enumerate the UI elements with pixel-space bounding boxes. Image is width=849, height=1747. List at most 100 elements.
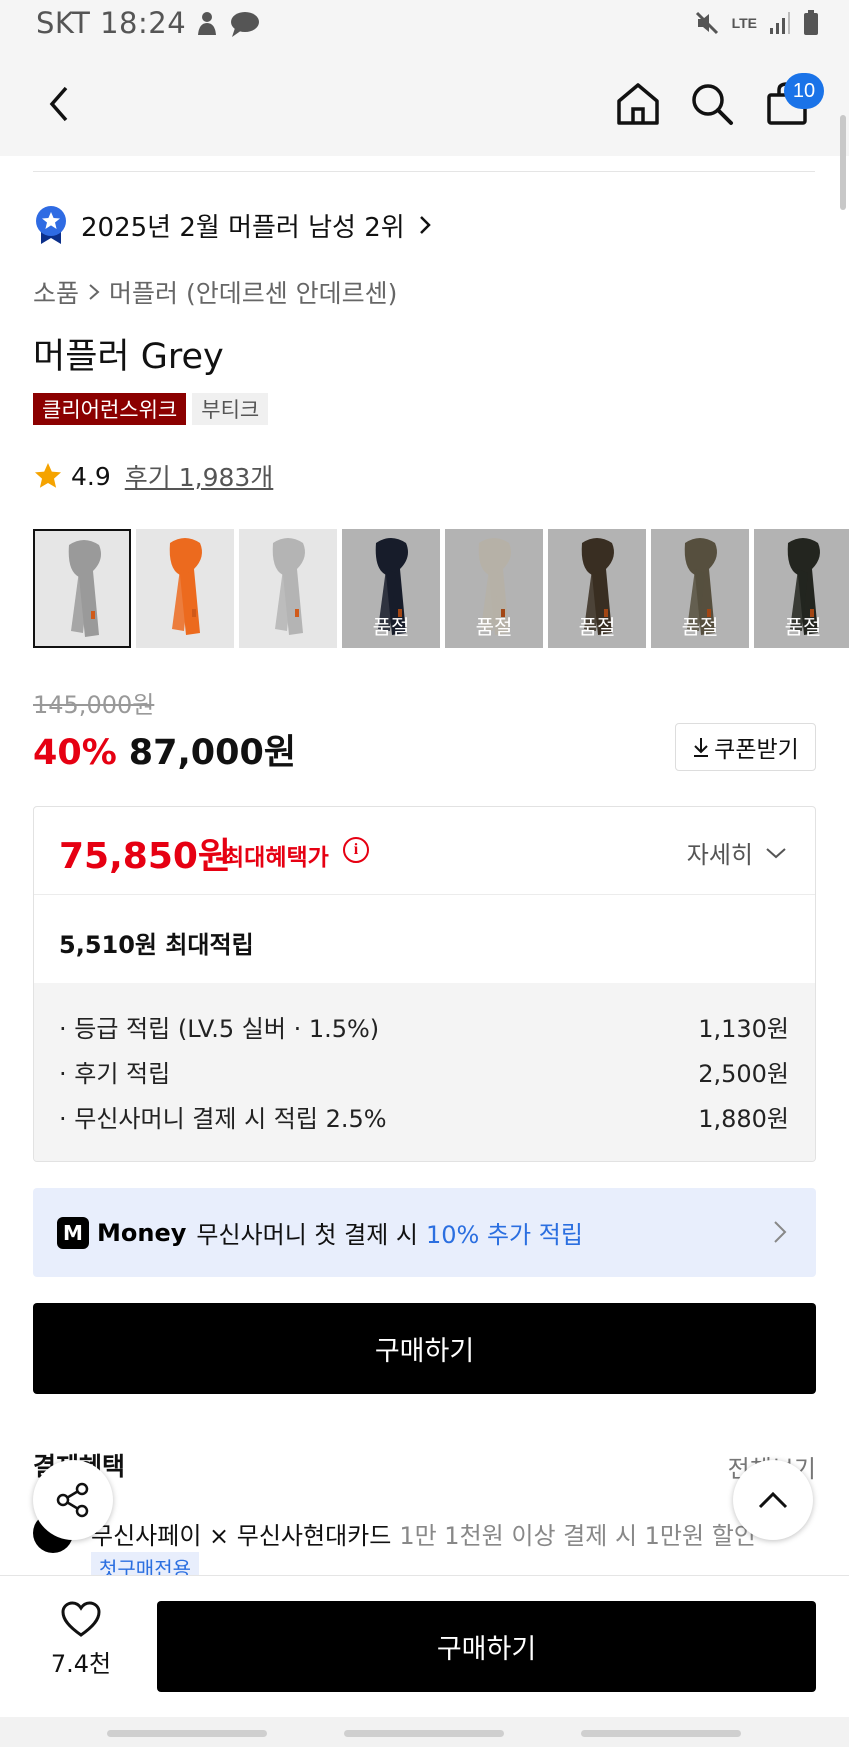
sale-price: 87,000원 [128, 733, 297, 773]
points-item: · 무신사머니 결제 시 적립 2.5% 1,880원 [59, 1099, 789, 1134]
ranking-medal-icon [36, 206, 66, 244]
payment-benefit-row[interactable]: 무신사페이 × 무신사현대카드 1만 1천원 이상 결제 시 1만원 할인 [33, 1513, 756, 1553]
ranking-link[interactable]: 2025년 2월 머플러 남성 2위 [33, 204, 433, 246]
payment-benefit-title: 무신사페이 × 무신사현대카드 [91, 1521, 392, 1550]
price-row: 40% 87,000원 [33, 724, 296, 775]
money-banner-highlight: 10% 추가 적립 [426, 1221, 583, 1249]
coupon-download-button[interactable]: 쿠폰받기 [675, 723, 816, 771]
money-banner-text: 무신사머니 첫 결제 시 [196, 1221, 418, 1249]
share-icon [56, 1482, 89, 1518]
bottom-buy-button[interactable]: 구매하기 [157, 1601, 816, 1692]
system-nav-home[interactable] [344, 1730, 504, 1737]
detail-label: 자세히 [686, 841, 753, 869]
like-count: 7.4천 [50, 1650, 112, 1678]
scarf-image [68, 540, 101, 637]
color-thumbnail[interactable]: 품절 [651, 529, 749, 648]
star-icon [35, 463, 61, 488]
chevron-right-icon [419, 216, 431, 234]
signal-icon [770, 12, 790, 34]
benefit-box: 75,850원 최대혜택가 i 자세히 5,510원 최대적립 · 등급 적립 … [33, 806, 816, 1162]
soldout-label: 품절 [784, 615, 822, 639]
color-thumbnail[interactable]: 품절 [445, 529, 543, 648]
soldout-label: 품절 [475, 615, 513, 639]
system-nav-back[interactable] [581, 1730, 741, 1737]
color-thumbnail-strip: 품절 품절 품절 품절 품절 [33, 529, 849, 648]
breadcrumb-category[interactable]: 소품 [33, 274, 79, 310]
color-thumbnail[interactable] [239, 529, 337, 648]
home-button[interactable] [612, 78, 664, 130]
detail-toggle[interactable]: 자세히 [687, 835, 787, 870]
breadcrumb-subcategory[interactable]: 머플러 (안데르센 안데르센) [109, 274, 397, 310]
points-item-value: 1,130원 [698, 1015, 789, 1043]
soldout-label: 품절 [681, 615, 719, 639]
coupon-label: 쿠폰받기 [714, 737, 799, 763]
cart-count-badge: 10 [784, 73, 824, 109]
top-navigation [0, 52, 849, 156]
points-item: · 후기 적립 2,500원 [59, 1054, 789, 1089]
product-tags: 클리어런스위크 부티크 [33, 393, 269, 425]
money-brand: Money [97, 1218, 187, 1247]
product-title: 머플러 Grey [33, 337, 224, 377]
status-bar: SKT 18:24 LTE [0, 0, 849, 52]
back-button[interactable] [33, 78, 85, 130]
buy-button[interactable]: 구매하기 [33, 1303, 816, 1394]
original-price: 145,000원 [33, 691, 155, 719]
max-benefit-header[interactable]: 75,850원 최대혜택가 i 자세히 [34, 807, 815, 895]
notification-person-icon [198, 12, 216, 35]
rating-row: 4.9 후기 1,983개 [33, 458, 273, 494]
scarf-image [272, 538, 305, 635]
status-app-icons [195, 10, 261, 38]
chevron-right-icon [774, 1221, 787, 1243]
tag-clearance: 클리어런스위크 [33, 393, 187, 425]
max-benefit-label: 최대혜택가 [223, 845, 329, 871]
back-arrow-icon [49, 86, 68, 122]
points-breakdown: · 등급 적립 (LV.5 실버 · 1.5%) 1,130원 · 후기 적립 … [34, 983, 815, 1161]
points-item-label: · 무신사머니 결제 시 적립 2.5% [59, 1105, 387, 1133]
review-count-link[interactable]: 후기 1,983개 [125, 458, 274, 494]
bottom-action-bar: 7.4천 구매하기 [0, 1575, 849, 1717]
heart-icon [61, 1601, 101, 1637]
max-benefit-price: 75,850원 [59, 836, 232, 877]
points-item-label: · 후기 적립 [59, 1060, 171, 1088]
points-item: · 등급 적립 (LV.5 실버 · 1.5%) 1,130원 [59, 1009, 789, 1044]
breadcrumb: 소품 머플러 (안데르센 안데르센) [33, 274, 397, 310]
battery-icon [804, 10, 818, 35]
color-thumbnail[interactable] [136, 529, 234, 648]
color-thumbnail[interactable]: 품절 [754, 529, 849, 648]
color-thumbnail[interactable]: 품절 [342, 529, 440, 648]
points-item-label: · 등급 적립 (LV.5 실버 · 1.5%) [59, 1015, 380, 1043]
like-button[interactable]: 7.4천 [36, 1600, 126, 1679]
home-icon [617, 83, 659, 125]
system-nav-recents[interactable] [107, 1730, 267, 1737]
divider [33, 171, 815, 172]
points-item-value: 2,500원 [698, 1060, 789, 1088]
status-time: SKT 18:24 [36, 6, 187, 40]
musinsa-money-banner[interactable]: M Money 무신사머니 첫 결제 시 10% 추가 적립 [33, 1188, 816, 1277]
download-icon [694, 738, 709, 757]
ranking-text: 2025년 2월 머플러 남성 2위 [81, 212, 405, 243]
status-system-icons: LTE [694, 10, 819, 36]
system-navigation-bar [0, 1717, 849, 1747]
search-button[interactable] [686, 78, 738, 130]
notification-chat-icon [231, 12, 259, 37]
discount-rate: 40% [33, 733, 117, 773]
color-thumbnail[interactable]: 품절 [548, 529, 646, 648]
mute-icon [695, 11, 718, 35]
points-item-value: 1,880원 [698, 1105, 789, 1133]
tag-boutique: 부티크 [192, 393, 269, 425]
max-points: 5,510원 최대적립 [59, 931, 254, 959]
soldout-label: 품절 [372, 615, 410, 639]
chevron-down-icon [766, 847, 786, 858]
color-thumbnail[interactable] [33, 529, 131, 648]
money-logo-icon: M [57, 1216, 89, 1249]
soldout-label: 품절 [578, 615, 616, 639]
chevron-up-icon [758, 1491, 788, 1509]
info-icon[interactable]: i [343, 837, 369, 863]
payment-benefit-condition: 1만 1천원 이상 결제 시 1만원 할인 [399, 1521, 756, 1550]
rating-score: 4.9 [71, 461, 111, 491]
share-button[interactable] [33, 1460, 113, 1540]
network-type: LTE [731, 15, 757, 31]
scarf-image [169, 538, 202, 635]
scrollbar-thumb[interactable] [840, 115, 846, 210]
scroll-to-top-button[interactable] [733, 1460, 813, 1540]
